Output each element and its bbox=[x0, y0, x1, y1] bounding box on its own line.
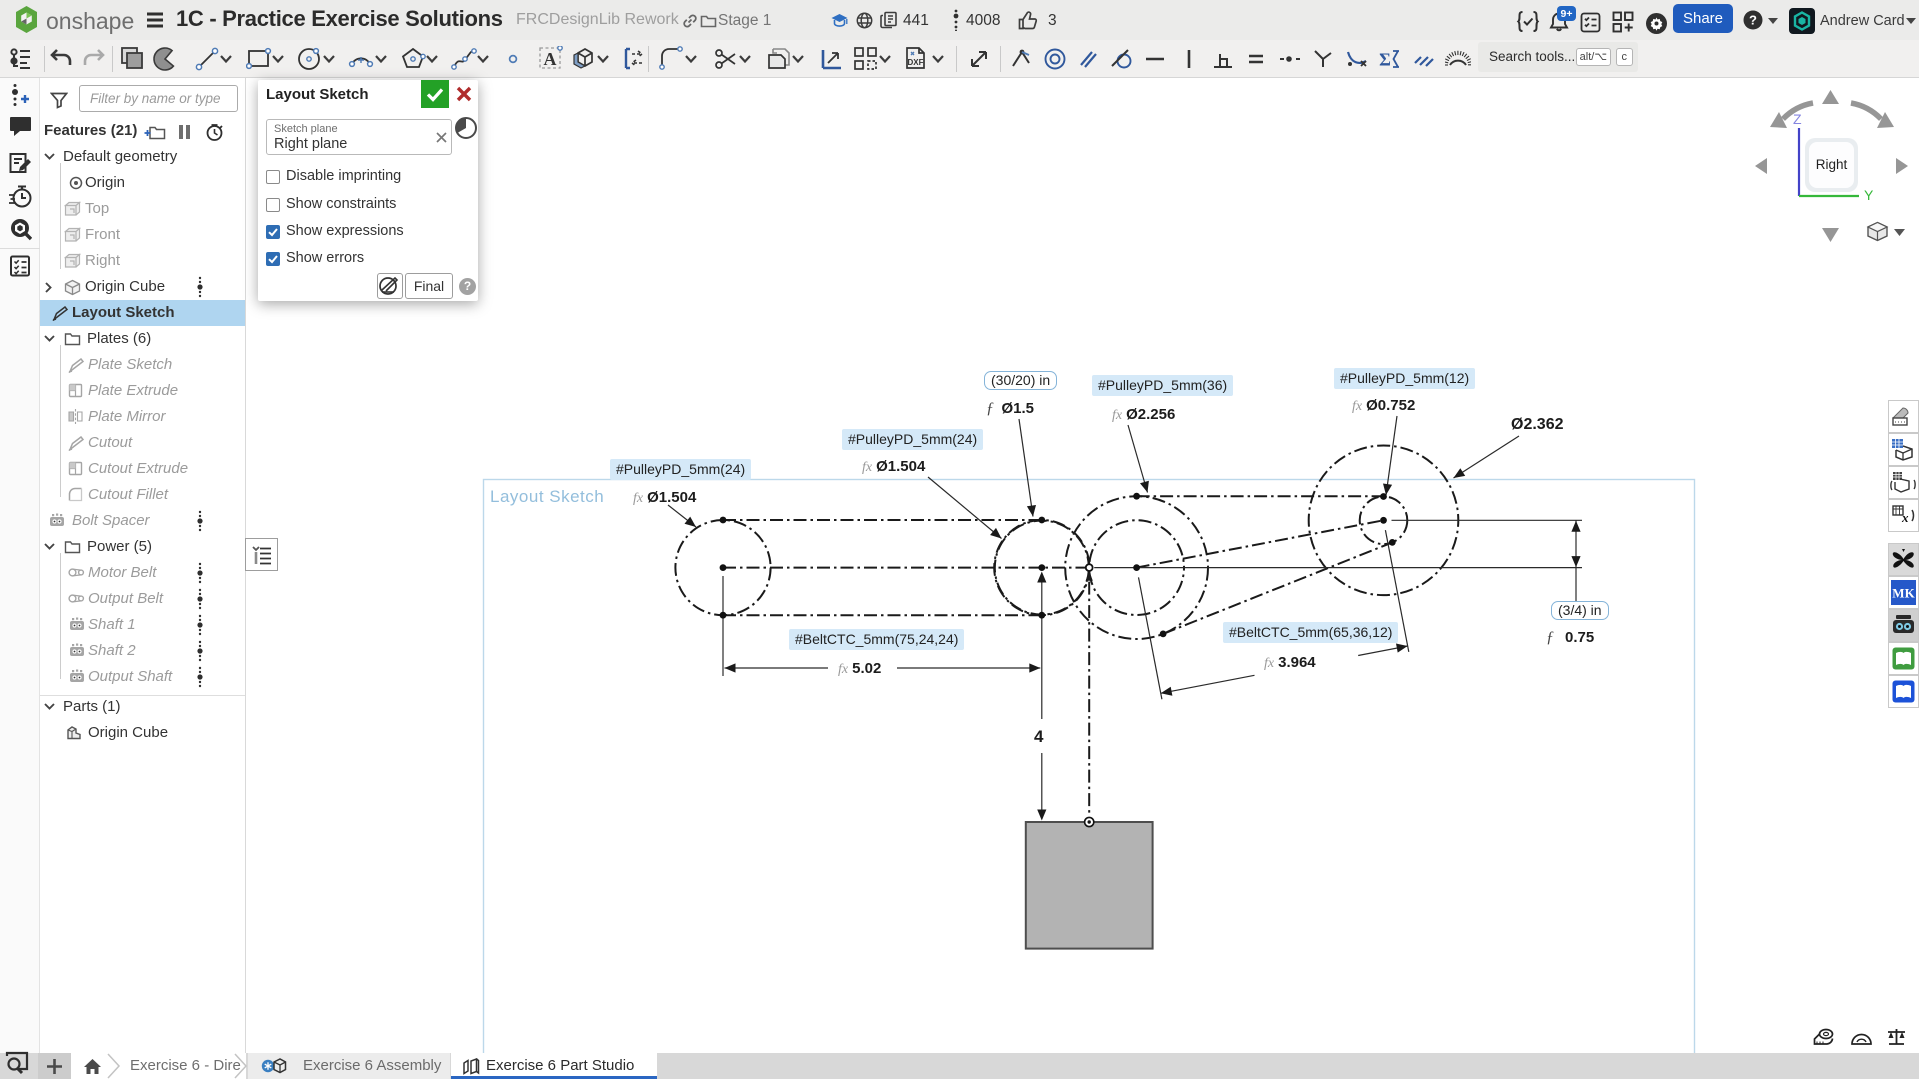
svg-text:x: x bbox=[1901, 510, 1909, 525]
svg-text:MK: MK bbox=[1892, 586, 1915, 601]
svg-text:Y: Y bbox=[1864, 187, 1874, 203]
